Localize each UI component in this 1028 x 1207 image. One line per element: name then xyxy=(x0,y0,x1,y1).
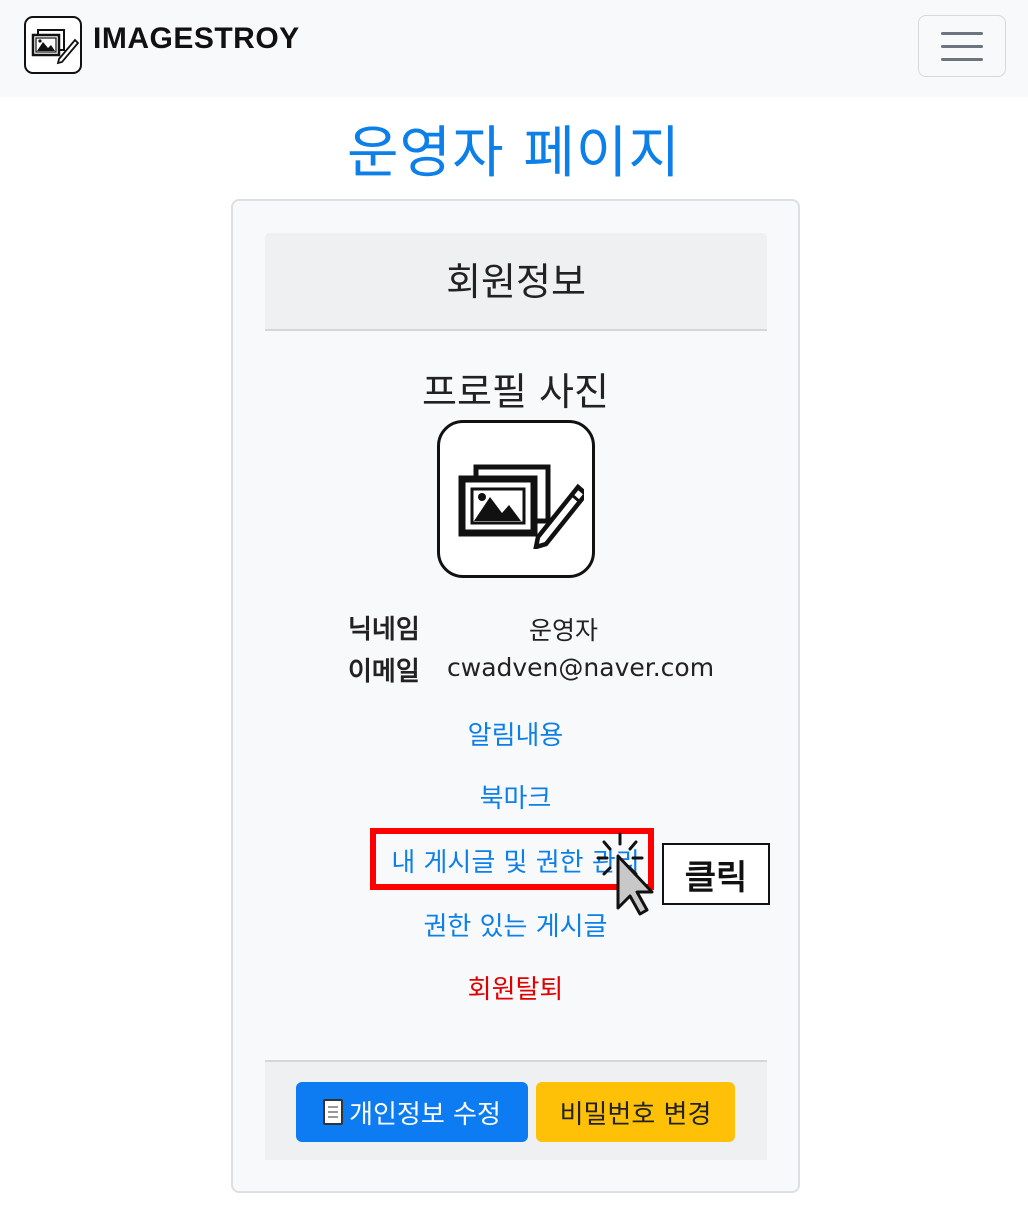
avatar xyxy=(437,420,595,578)
email-label: 이메일 xyxy=(348,657,420,687)
member-info-card: 회원정보 프로필 사진 닉네임 운영자 이메일 cwadven@naver.co… xyxy=(231,199,800,1193)
card-footer: 개인정보 수정 비밀번호 변경 xyxy=(265,1060,767,1160)
page-title: 운영자 페이지 xyxy=(347,121,681,186)
card-header: 회원정보 xyxy=(265,233,767,331)
nickname-value: 운영자 xyxy=(529,616,599,645)
change-password-label: 비밀번호 변경 xyxy=(559,1099,712,1130)
image-edit-icon[interactable] xyxy=(24,16,82,74)
profile-photo-title: 프로필 사진 xyxy=(422,370,609,414)
edit-profile-button[interactable]: 개인정보 수정 xyxy=(296,1082,528,1142)
withdraw-link[interactable]: 회원탈퇴 xyxy=(233,969,798,1006)
navbar: IMAGESTROY xyxy=(0,0,1028,97)
edit-profile-label: 개인정보 수정 xyxy=(349,1099,501,1130)
cursor-icon xyxy=(596,832,654,916)
click-annotation-label: 클릭 xyxy=(662,843,770,905)
permitted-posts-link[interactable]: 권한 있는 게시글 xyxy=(233,906,798,943)
change-password-button[interactable]: 비밀번호 변경 xyxy=(536,1082,735,1142)
brand-name[interactable]: IMAGESTROY xyxy=(93,22,300,56)
image-edit-icon xyxy=(458,464,584,549)
card-header-title: 회원정보 xyxy=(446,260,586,304)
document-icon xyxy=(323,1099,344,1125)
email-value: cwadven@naver.com xyxy=(447,653,715,682)
notifications-link[interactable]: 알림내용 xyxy=(233,715,798,752)
hamburger-menu-icon[interactable] xyxy=(918,15,1006,77)
bookmarks-link[interactable]: 북마크 xyxy=(233,778,798,815)
nickname-label: 닉네임 xyxy=(348,615,420,645)
